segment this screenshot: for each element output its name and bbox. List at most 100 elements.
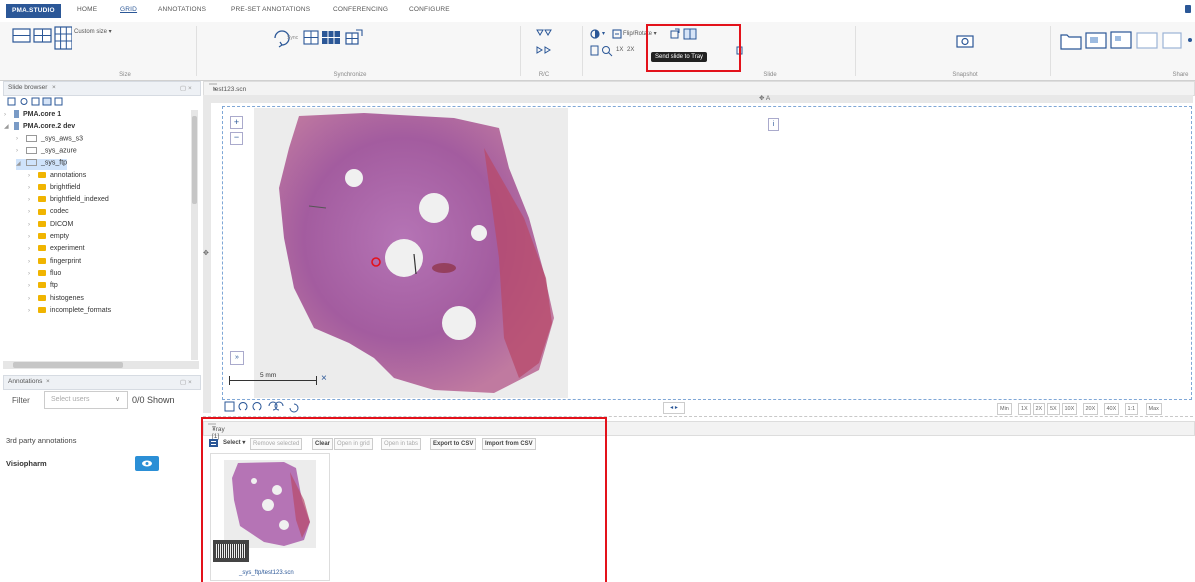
tab-configure[interactable]: CONFIGURE [409,6,450,13]
tree-item[interactable]: › _sys_aws_s3 [16,134,83,146]
tab-preset-annotations[interactable]: PRE-SET ANNOTATIONS [231,6,310,13]
tree-item[interactable]: › ftp [28,282,58,293]
viewer-tab-bar: test123.scn × [203,81,1195,96]
zoom-level-button[interactable]: 2X [1032,403,1046,415]
tree-item[interactable]: › DICOM [28,221,73,232]
tree-item[interactable]: ◢ PMA.core.2 dev [4,122,75,133]
visiopharm-view-button[interactable] [135,456,159,471]
zoom-1x-button[interactable]: 1X [616,47,623,53]
svg-text:Sync: Sync [287,35,299,41]
zoom-level-button[interactable]: 1:1 [1124,403,1139,415]
caret-right-icon[interactable]: › [28,209,34,215]
overview-toggle-button[interactable]: » [230,351,244,365]
synchronize-icons[interactable]: Sync [272,28,402,48]
camera-icon[interactable] [956,34,974,48]
ribbon-separator [520,26,521,76]
caret-right-icon[interactable]: › [28,173,34,179]
ribbon-separator [196,26,197,76]
top-marker: ✥ A [759,95,771,102]
zoom-2x-button[interactable]: 2X [627,47,634,53]
tree-item[interactable]: › _sys_azure [16,146,77,158]
caret-right-icon[interactable]: › [28,222,34,228]
caret-right-icon[interactable]: › [16,136,22,142]
tree-item[interactable]: › fluo [28,270,61,281]
tree-item[interactable]: › experiment [28,245,85,256]
rows-columns-icons[interactable] [536,28,552,62]
tree-item-label: _sys_azure [41,147,77,155]
slide-group-label: Slide [763,72,777,78]
folder-icon [38,294,46,301]
viewer-rotate-tools[interactable] [224,401,300,413]
viewer-tab[interactable]: test123.scn × [209,83,246,93]
tree-item[interactable]: ◢ _sys_ftp [16,159,68,171]
zoom-in-button[interactable]: + [230,116,243,129]
tab-annotations[interactable]: ANNOTATIONS [158,6,206,13]
brightness-dropdown-icon[interactable]: ▾ [602,30,605,37]
slide-browser-toolbar[interactable] [7,97,97,107]
share-icons[interactable] [1059,30,1195,52]
tab-grid[interactable]: GRID [120,6,137,13]
caret-right-icon[interactable]: › [16,148,22,154]
slide-navigation-arrows[interactable]: ◂ ▸ [663,402,685,414]
tree-item[interactable]: › empty [28,233,69,244]
custom-size-dropdown[interactable]: Custom size ▾ [74,28,112,35]
tree-item[interactable]: › annotations [28,172,86,183]
flip-rotate-icon[interactable] [612,29,622,39]
tab-home[interactable]: HOME [77,6,97,13]
user-filter-select[interactable]: Select users ∨ [44,391,128,409]
viewer-tab-title: test123.scn [213,86,247,93]
slide-browser-hscroll[interactable] [3,361,199,369]
tree-item[interactable]: › PMA.core 1 [4,110,61,121]
pin-icon[interactable]: ▢ × [180,378,192,386]
grid-layout-icon[interactable] [12,26,72,52]
tree-item[interactable]: › incomplete_formats [28,307,111,318]
zoom-level-button[interactable]: 10X [1061,403,1078,415]
info-button[interactable]: i [768,118,779,131]
tree-item[interactable]: › codec [28,208,69,219]
zoom-level-button[interactable]: Min [997,403,1012,415]
tree-item[interactable]: › fingerprint [28,258,81,269]
folder-icon [38,208,46,215]
tab-brand[interactable]: PMA.STUDIO [6,4,61,18]
slide-browser-scrollbar[interactable] [191,110,198,360]
caret-right-icon[interactable]: › [28,185,34,191]
zoom-out-button[interactable]: − [230,132,243,145]
close-icon[interactable]: × [52,84,56,91]
close-icon[interactable]: × [46,378,50,385]
caret-right-icon[interactable]: › [28,246,34,252]
caret-right-icon[interactable]: › [28,234,34,240]
slide-image[interactable] [254,108,568,398]
user-icon[interactable] [1185,5,1191,13]
server-icon [14,110,19,118]
caret-right-icon[interactable]: › [4,112,10,118]
zoom-level-button[interactable]: 1X [1018,403,1031,415]
zoom-icons[interactable] [590,45,614,57]
caret-right-icon[interactable]: › [28,197,34,203]
close-icon[interactable]: × [321,373,327,384]
caret-right-icon[interactable]: › [28,259,34,265]
caret-right-icon[interactable]: › [28,308,34,314]
zoom-level-button[interactable]: 5X [1047,403,1060,415]
folder-icon [38,220,46,227]
tissue-image [279,113,554,393]
tree-item-label: DICOM [50,220,74,228]
tree-item[interactable]: › brightfield_indexed [28,196,109,207]
zoom-level-button[interactable]: Max [1145,403,1162,415]
scale-bar-tick [316,376,317,385]
caret-right-icon[interactable]: › [28,271,34,277]
caret-right-icon[interactable]: › [28,296,34,302]
caret-down-icon[interactable]: ◢ [16,160,22,167]
brightness-icon[interactable] [590,29,602,39]
pin-icon[interactable]: ▢ × [180,84,192,92]
caret-right-icon[interactable]: › [28,283,34,289]
folder-icon [38,171,46,178]
caret-down-icon[interactable]: ◢ [4,123,10,130]
viewer-left-ruler: ✥ [203,103,211,413]
tab-conferencing[interactable]: CONFERENCING [333,6,388,13]
close-icon[interactable]: × [213,86,217,93]
tree-item[interactable]: › brightfield [28,184,80,195]
tree-item[interactable]: › histogenes [28,295,84,306]
tree-item-label: fingerprint [50,257,82,265]
zoom-level-button[interactable]: 20X [1082,403,1099,415]
zoom-level-button[interactable]: 40X [1103,403,1120,415]
